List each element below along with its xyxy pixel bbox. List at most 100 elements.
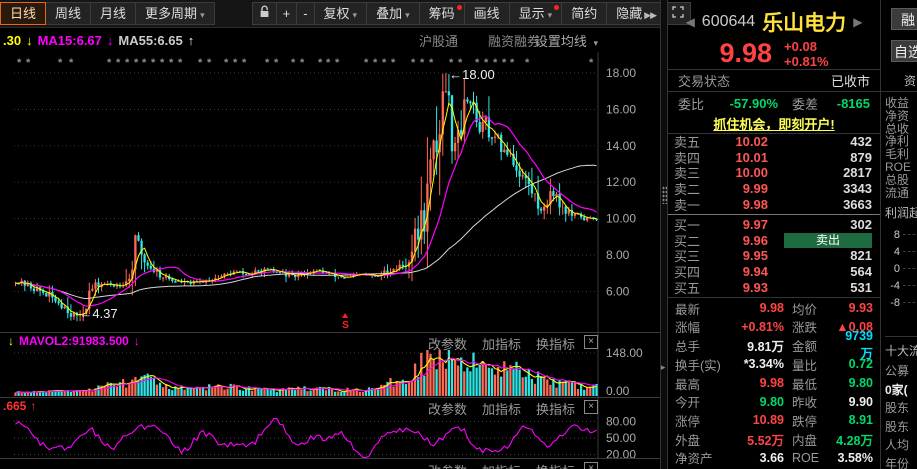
stat-value: 0.72 bbox=[848, 357, 873, 372]
orderbook-sell-row[interactable]: 卖一 9.98 3663 bbox=[668, 196, 880, 213]
holder-item: 股东 bbox=[885, 419, 910, 434]
stat-value: 5.52万 bbox=[747, 433, 784, 448]
stat-label: 换手(实) bbox=[675, 358, 721, 373]
holder-item: 人均 bbox=[885, 438, 910, 452]
svg-text:20.00: 20.00 bbox=[606, 448, 636, 458]
orderbook-buy-side: 买一 9.97 302 买二 9.96 卖出 买三 9.95 821 买四 9.94 564 买五 9.9… bbox=[668, 217, 880, 296]
stat-value: 9.90 bbox=[848, 394, 873, 409]
zoom-lock-button[interactable] bbox=[251, 2, 277, 25]
stat-value: 9.98 bbox=[759, 376, 784, 391]
add-indicator-link[interactable]: 加指标 bbox=[482, 334, 521, 353]
stats-row: 换手(实) *3.34% 量比 0.72 bbox=[668, 355, 880, 374]
tool-label: 画线 bbox=[473, 6, 500, 21]
svg-text:14.00: 14.00 bbox=[606, 139, 636, 153]
svg-text:*: * bbox=[26, 57, 31, 69]
tab-more-periods[interactable]: 更多周期 ▾ bbox=[135, 2, 215, 25]
tool-label: 简约 bbox=[571, 6, 598, 21]
close-icon[interactable]: × bbox=[584, 462, 598, 469]
chevron-down-icon: ▾ bbox=[593, 37, 598, 48]
stats-row: 外盘 5.52万 内盘 4.28万 bbox=[668, 430, 880, 449]
svg-text:*: * bbox=[382, 57, 387, 69]
panel-resize-divider[interactable]: ▸ bbox=[660, 0, 668, 469]
adjust-rights-button[interactable]: 复权 ▾ bbox=[313, 2, 368, 25]
switch-indicator-link[interactable]: 换指标 bbox=[536, 334, 575, 353]
clipped-panel-links: 改参数 加指标 换指标 bbox=[428, 461, 575, 469]
ma55-value: MA55:6.65 bbox=[118, 32, 183, 48]
hgt-link[interactable]: 沪股通 bbox=[419, 31, 458, 50]
tab-weekly[interactable]: 周线 bbox=[45, 2, 92, 25]
overlay-button[interactable]: 叠加 ▾ bbox=[366, 2, 420, 25]
svg-text:*: * bbox=[326, 57, 331, 69]
stats-row: 最高 9.98 最低 9.80 bbox=[668, 374, 880, 393]
sell-order-button[interactable]: 卖出 bbox=[784, 232, 872, 248]
close-icon[interactable]: × bbox=[584, 335, 598, 349]
simple-mode-button[interactable]: 简约 bbox=[561, 2, 608, 25]
next-stock-arrow[interactable]: ▶ bbox=[853, 15, 862, 29]
draw-line-button[interactable]: 画线 bbox=[463, 2, 510, 25]
display-button[interactable]: 显示 ▾ bbox=[508, 2, 563, 25]
orderbook-volume: 3663 bbox=[843, 196, 872, 212]
financial-item: 总股 bbox=[885, 172, 910, 187]
change-params-link[interactable]: 改参数 bbox=[428, 461, 467, 469]
financial-item: ROE bbox=[885, 159, 912, 174]
stock-code: 600644 bbox=[701, 13, 756, 30]
last-price: 9.98 bbox=[719, 38, 773, 68]
change-params-link[interactable]: 改参数 bbox=[428, 399, 467, 418]
mini-axis-row: 8 bbox=[885, 226, 917, 243]
orderbook-price: 9.94 bbox=[742, 264, 768, 280]
svg-text:8.00: 8.00 bbox=[606, 248, 630, 262]
main-candlestick-chart[interactable]: 18.00 16.00 14.00 12.00 10.00 8.00 6.00 * * * * * * *… bbox=[0, 52, 660, 332]
hide-button[interactable]: 隐藏 ▶▶ bbox=[606, 2, 667, 25]
svg-text:*: * bbox=[265, 57, 270, 69]
add-indicator-link[interactable]: 加指标 bbox=[482, 399, 521, 418]
stat-label: 涨跌 bbox=[792, 321, 818, 336]
orderbook-buy-row[interactable]: 买五 9.93 531 bbox=[668, 279, 880, 296]
watchlist-button[interactable]: 自选 bbox=[891, 40, 917, 62]
svg-text:*: * bbox=[224, 57, 229, 69]
chip-distribution-button[interactable]: 筹码 bbox=[418, 2, 465, 25]
tab-monthly[interactable]: 月线 bbox=[90, 2, 137, 25]
tab-daily[interactable]: 日线 bbox=[0, 2, 47, 25]
collapse-arrow-icon[interactable]: ▸ bbox=[661, 362, 666, 373]
ma5-down-arrow-icon: ↓ bbox=[26, 32, 33, 48]
svg-text:0.00: 0.00 bbox=[606, 384, 630, 397]
orderbook-price: 10.02 bbox=[735, 134, 768, 150]
margin-trading-button[interactable]: 融 bbox=[891, 8, 917, 30]
chevron-down-icon: ▾ bbox=[405, 10, 410, 20]
down-arrow-icon: ↓ bbox=[8, 334, 14, 348]
stat-label: 涨停 bbox=[675, 414, 701, 429]
add-indicator-link[interactable]: 加指标 bbox=[482, 461, 521, 469]
svg-text:*: * bbox=[420, 57, 425, 69]
tool-label: 复权 bbox=[323, 6, 350, 21]
switch-indicator-link[interactable]: 换指标 bbox=[536, 399, 575, 418]
drag-grip-icon[interactable] bbox=[662, 186, 667, 204]
tab-label: 日线 bbox=[10, 6, 37, 21]
zoom-out-button[interactable]: - bbox=[296, 2, 315, 25]
ma-setting-button[interactable]: 设置均线 ▾ bbox=[535, 31, 598, 50]
svg-text:*: * bbox=[125, 57, 130, 69]
svg-text:*: * bbox=[589, 57, 594, 69]
holders-list: 公募 0家(股东 股东 人均 年份 bbox=[885, 362, 909, 469]
zoom-in-button[interactable]: + bbox=[275, 2, 298, 25]
change-params-link[interactable]: 改参数 bbox=[428, 334, 467, 353]
svg-text:*: * bbox=[178, 57, 183, 69]
open-account-link[interactable]: 抓住机会，即刻开户! bbox=[713, 117, 834, 132]
trade-status-value: 已收市 bbox=[830, 74, 870, 89]
prev-stock-arrow[interactable]: ◀ bbox=[686, 15, 695, 29]
margin-link[interactable]: 融资融券 bbox=[488, 31, 540, 50]
svg-text:*: * bbox=[391, 57, 396, 69]
switch-indicator-link[interactable]: 换指标 bbox=[536, 461, 575, 469]
orderbook-volume: 821 bbox=[850, 248, 872, 264]
orderbook-volume: 432 bbox=[850, 134, 872, 150]
close-icon[interactable]: × bbox=[584, 400, 598, 414]
profit-mini-chart: 8 4 0 -4 -8 bbox=[885, 226, 917, 311]
info-tab[interactable]: 资 bbox=[881, 70, 917, 92]
stat-label: 外盘 bbox=[675, 433, 701, 448]
orderbook-price: 9.96 bbox=[742, 232, 768, 248]
info-sidebar-clipped: 融 自选 资 收益净资总收净利毛利ROE总股流通 利润起 8 4 0 -4 -8 十大流… bbox=[880, 0, 917, 469]
stat-value: 9.80 bbox=[848, 376, 873, 391]
svg-text:*: * bbox=[69, 57, 74, 69]
mavol-label: MAVOL2:91983.500 bbox=[19, 334, 129, 348]
financial-item: 收益 bbox=[885, 96, 910, 110]
stock-name: 乐山电力 bbox=[762, 12, 847, 35]
